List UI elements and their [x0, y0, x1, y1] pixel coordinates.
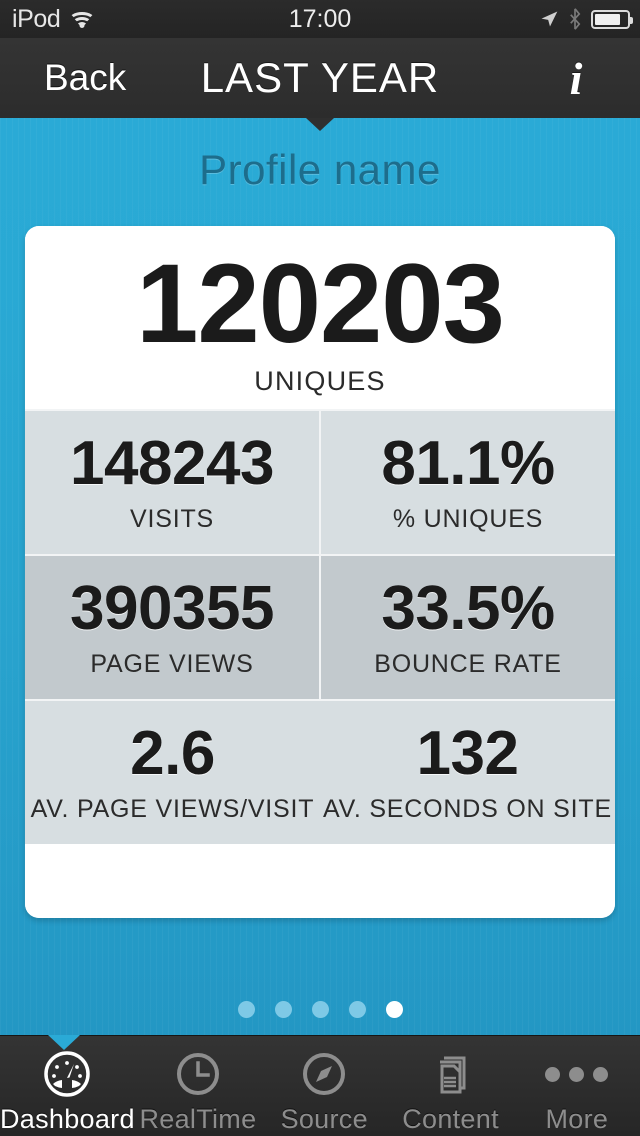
- app-screen: iPod 17:00 Back LAST YEAR i Profile name: [0, 0, 640, 1136]
- stat-label: AV. PAGE VIEWS/VISIT: [30, 795, 315, 823]
- tab-label: RealTime: [139, 1104, 257, 1134]
- profile-name-label[interactable]: Profile name: [0, 146, 640, 194]
- tab-more[interactable]: More: [514, 1036, 640, 1136]
- card-footer: [25, 844, 615, 918]
- status-bar: iPod 17:00: [0, 0, 640, 38]
- stat-cell-avg-page-views[interactable]: 2.6 AV. PAGE VIEWS/VISIT: [25, 701, 320, 844]
- stat-value: 2.6: [130, 719, 215, 788]
- hero-stat: 120203 UNIQUES: [25, 226, 615, 409]
- documents-icon: [425, 1048, 477, 1100]
- stat-value: 390355: [70, 574, 274, 643]
- stat-cell-percent-uniques[interactable]: 81.1% % UNIQUES: [321, 411, 615, 554]
- page-indicator[interactable]: [0, 1001, 640, 1018]
- tab-realtime[interactable]: RealTime: [135, 1036, 261, 1136]
- location-arrow-icon: [541, 11, 558, 27]
- status-bar-right: [539, 8, 633, 30]
- active-tab-marker-icon: [48, 1035, 80, 1050]
- page-dot[interactable]: [237, 1001, 255, 1018]
- stats-card: 120203 UNIQUES 148243 VISITS 81.1% % UNI…: [25, 226, 615, 918]
- page-dot[interactable]: [311, 1001, 329, 1018]
- stat-cell-avg-seconds[interactable]: 132 AV. SECONDS ON SITE: [320, 701, 615, 844]
- navbar-notch-icon: [306, 118, 334, 131]
- tab-label: Content: [402, 1104, 499, 1134]
- tab-bar: Dashboard RealTime Source Content More: [0, 1035, 640, 1136]
- tab-dashboard[interactable]: Dashboard: [0, 1036, 135, 1136]
- ellipsis-icon: [545, 1048, 609, 1100]
- stat-value: 33.5%: [381, 574, 555, 643]
- stat-value: 81.1%: [381, 429, 555, 498]
- page-title: LAST YEAR: [200, 54, 440, 101]
- stat-cell-bounce-rate[interactable]: 33.5% BOUNCE RATE: [321, 556, 615, 699]
- tab-source[interactable]: Source: [261, 1036, 387, 1136]
- stat-label: VISITS: [130, 505, 214, 533]
- stat-row: 148243 VISITS 81.1% % UNIQUES: [25, 411, 615, 554]
- tab-label: More: [545, 1104, 609, 1134]
- page-dot-active[interactable]: [385, 1001, 403, 1018]
- stat-label: % UNIQUES: [392, 505, 544, 533]
- stat-label: BOUNCE RATE: [374, 650, 562, 678]
- page-dot[interactable]: [348, 1001, 366, 1018]
- stat-value: 148243: [70, 429, 274, 498]
- hero-stat-label: UNIQUES: [254, 366, 386, 396]
- stat-row: 2.6 AV. PAGE VIEWS/VISIT 132 AV. SECONDS…: [25, 701, 615, 844]
- stat-row: 390355 PAGE VIEWS 33.5% BOUNCE RATE: [25, 556, 615, 699]
- tab-label: Source: [280, 1104, 368, 1134]
- compass-icon: [298, 1048, 350, 1100]
- hero-stat-value: 120203: [136, 241, 505, 366]
- content-area: Profile name 120203 UNIQUES 148243 VISIT…: [0, 118, 640, 1036]
- stat-value: 132: [416, 719, 519, 788]
- gauge-icon: [41, 1048, 93, 1100]
- tab-content[interactable]: Content: [387, 1036, 513, 1136]
- tab-label: Dashboard: [0, 1104, 135, 1134]
- clock-icon: [172, 1048, 224, 1100]
- info-icon[interactable]: i: [556, 38, 596, 118]
- battery-icon: [591, 9, 633, 29]
- navigation-bar: Back LAST YEAR i: [0, 38, 640, 119]
- stat-cell-page-views[interactable]: 390355 PAGE VIEWS: [25, 556, 321, 699]
- stat-label: AV. SECONDS ON SITE: [323, 795, 612, 823]
- page-dot[interactable]: [274, 1001, 292, 1018]
- stat-cell-visits[interactable]: 148243 VISITS: [25, 411, 321, 554]
- bluetooth-icon: [570, 8, 581, 30]
- stat-label: PAGE VIEWS: [90, 650, 254, 678]
